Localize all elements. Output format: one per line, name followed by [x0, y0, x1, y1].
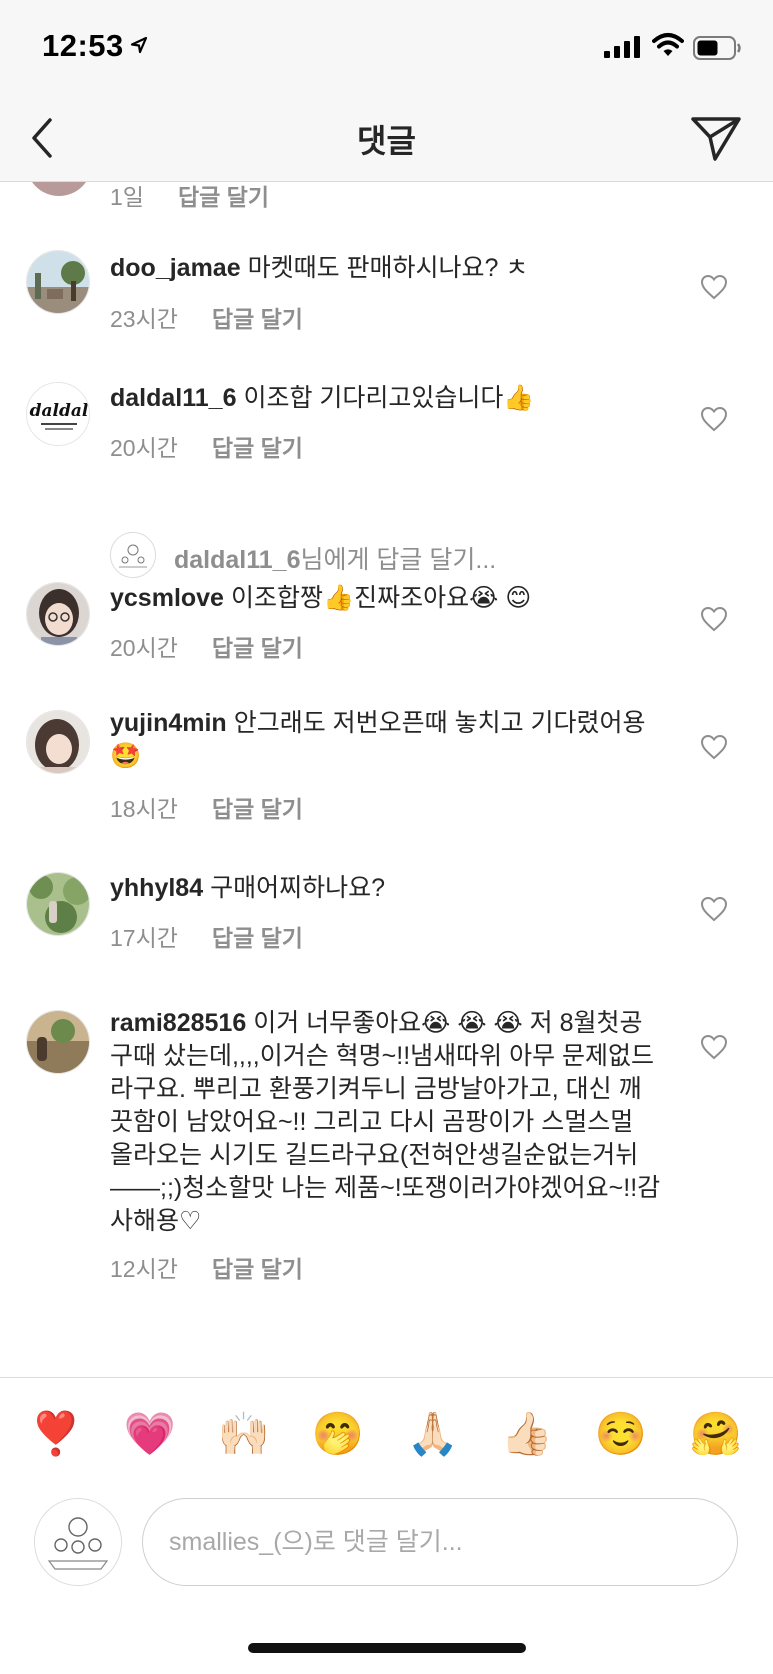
emoji-quick-bar: ❣️ 💗 🙌🏻 🤭 🙏🏻 👍🏻 ☺️ 🤗	[0, 1377, 773, 1493]
comment-text: daldal11_6 이조합 기다리고있습니다👍	[110, 382, 658, 415]
comment-meta: 12시간 답글 달기	[110, 1250, 303, 1284]
comment-message: 마켓때도 판매하시나요? ㅊ	[247, 254, 529, 282]
reply-button[interactable]: 답글 달기	[212, 925, 303, 951]
status-bar: 12:53	[0, 0, 773, 98]
avatar-photo	[27, 251, 89, 313]
like-heart-icon[interactable]	[700, 896, 728, 922]
comment-time: 17시간	[110, 925, 178, 951]
reply-button[interactable]: 답글 달기	[212, 306, 303, 332]
direct-share-button[interactable]	[688, 112, 744, 164]
comment-username[interactable]: rami828516	[110, 1009, 246, 1037]
emoji-hugging-face-button[interactable]: 🤗	[686, 1408, 746, 1460]
reply-target-user: daldal11_6	[174, 546, 301, 574]
status-time: 12:53	[42, 28, 124, 63]
battery-icon	[693, 36, 741, 60]
comment-meta: 1일 답글 달기	[110, 182, 269, 212]
comment-time: 18시간	[110, 796, 178, 822]
avatar[interactable]	[26, 182, 92, 196]
emoji-thumbs-up-button[interactable]: 👍🏻	[497, 1408, 557, 1460]
like-heart-icon[interactable]	[700, 406, 728, 432]
location-arrow-icon	[130, 36, 148, 54]
like-heart-icon[interactable]	[700, 734, 728, 760]
brand-logo: daldal	[27, 383, 89, 445]
comment-time: 1일	[110, 184, 144, 210]
page-title: 댓글	[357, 123, 416, 159]
like-heart-icon[interactable]	[700, 274, 728, 300]
emoji-heart-exclamation-button[interactable]: ❣️	[26, 1408, 86, 1460]
navigation-bar: 댓글	[0, 98, 773, 182]
comment-message: 구매어찌하나요?	[210, 874, 386, 902]
avatar[interactable]	[34, 1498, 122, 1586]
reply-prompt[interactable]: daldal11_6님에게 답글 달기...	[110, 532, 710, 582]
reply-button[interactable]: 답글 달기	[212, 635, 303, 661]
reply-button[interactable]: 답글 달기	[212, 796, 303, 822]
avatar-drawing	[35, 1499, 121, 1585]
cellular-signal-icon	[604, 36, 640, 58]
avatar-logo-text: daldal	[30, 401, 89, 421]
emoji-growing-heart-button[interactable]: 💗	[120, 1408, 180, 1460]
avatar[interactable]	[26, 582, 90, 646]
wifi-icon	[652, 33, 684, 56]
avatar-photo	[27, 583, 89, 645]
comment-time: 20시간	[110, 435, 178, 461]
comment-input[interactable]	[142, 1498, 738, 1586]
comment-composer	[0, 1492, 773, 1592]
comment-message: 이조합 기다리고있습니다👍	[243, 384, 535, 412]
avatar[interactable]	[26, 250, 90, 314]
emoji-raising-hands-button[interactable]: 🙌🏻	[214, 1408, 274, 1460]
reply-prompt-suffix: 님에게 답글 달기...	[300, 546, 497, 574]
comment-time: 23시간	[110, 306, 178, 332]
like-heart-icon[interactable]	[700, 1034, 728, 1060]
comment-time: 12시간	[110, 1256, 178, 1282]
comment-text: ycsmlove 이조합짱👍진짜조아요😭 😊	[110, 582, 658, 615]
reply-button[interactable]: 답글 달기	[178, 184, 269, 210]
avatar-photo	[27, 711, 89, 773]
comment-message: 이조합짱👍진짜조아요😭 😊	[230, 584, 532, 612]
avatar[interactable]	[26, 710, 90, 774]
avatar-photo	[27, 873, 89, 935]
comment-username[interactable]: yujin4min	[110, 709, 227, 737]
comment-username[interactable]: doo_jamae	[110, 254, 241, 282]
avatar[interactable]: daldal	[26, 382, 90, 446]
home-indicator[interactable]	[248, 1643, 526, 1653]
comment-username[interactable]: daldal11_6	[110, 384, 236, 412]
comment-list[interactable]: 1일 답글 달기 doo_jamae 마켓때도 판매하시나요? ㅊ 23시간 답글 달…	[0, 182, 773, 1377]
comment-meta: 20시간 답글 달기	[110, 629, 303, 663]
avatar	[110, 532, 156, 578]
comment-text: doo_jamae 마켓때도 판매하시나요? ㅊ	[110, 252, 658, 285]
comment-text: yujin4min 안그래도 저번오픈때 놓치고 기다렸어용🤩	[110, 707, 658, 773]
reply-button[interactable]: 답글 달기	[212, 435, 303, 461]
reply-button[interactable]: 답글 달기	[212, 1256, 303, 1282]
avatar[interactable]	[26, 1010, 90, 1074]
comment-username[interactable]: ycsmlove	[110, 584, 224, 612]
like-heart-icon[interactable]	[700, 606, 728, 632]
avatar[interactable]	[26, 872, 90, 936]
comment-meta: 23시간 답글 달기	[110, 300, 303, 334]
avatar-drawing	[111, 533, 155, 577]
avatar-photo	[27, 1011, 89, 1073]
comment-message: 이거 너무좋아요😭 😭 😭 저 8월첫공구때 샀는데,,,,이거슨 혁명~!!냄…	[110, 1009, 661, 1235]
paper-plane-icon	[691, 117, 741, 161]
emoji-hand-over-mouth-button[interactable]: 🤭	[308, 1408, 368, 1460]
comment-text: yhhyl84 구매어찌하나요?	[110, 872, 658, 905]
emoji-folded-hands-button[interactable]: 🙏🏻	[403, 1408, 463, 1460]
comment-text: rami828516 이거 너무좋아요😭 😭 😭 저 8월첫공구때 샀는데,,,,…	[110, 1007, 662, 1238]
comment-meta: 17시간 답글 달기	[110, 919, 303, 953]
comment-meta: 20시간 답글 달기	[110, 429, 303, 463]
comment-meta: 18시간 답글 달기	[110, 790, 303, 824]
comment-username[interactable]: yhhyl84	[110, 874, 203, 902]
comment-time: 20시간	[110, 635, 178, 661]
reply-prompt-text[interactable]: daldal11_6님에게 답글 달기...	[174, 540, 496, 576]
emoji-smiling-face-button[interactable]: ☺️	[591, 1408, 651, 1460]
